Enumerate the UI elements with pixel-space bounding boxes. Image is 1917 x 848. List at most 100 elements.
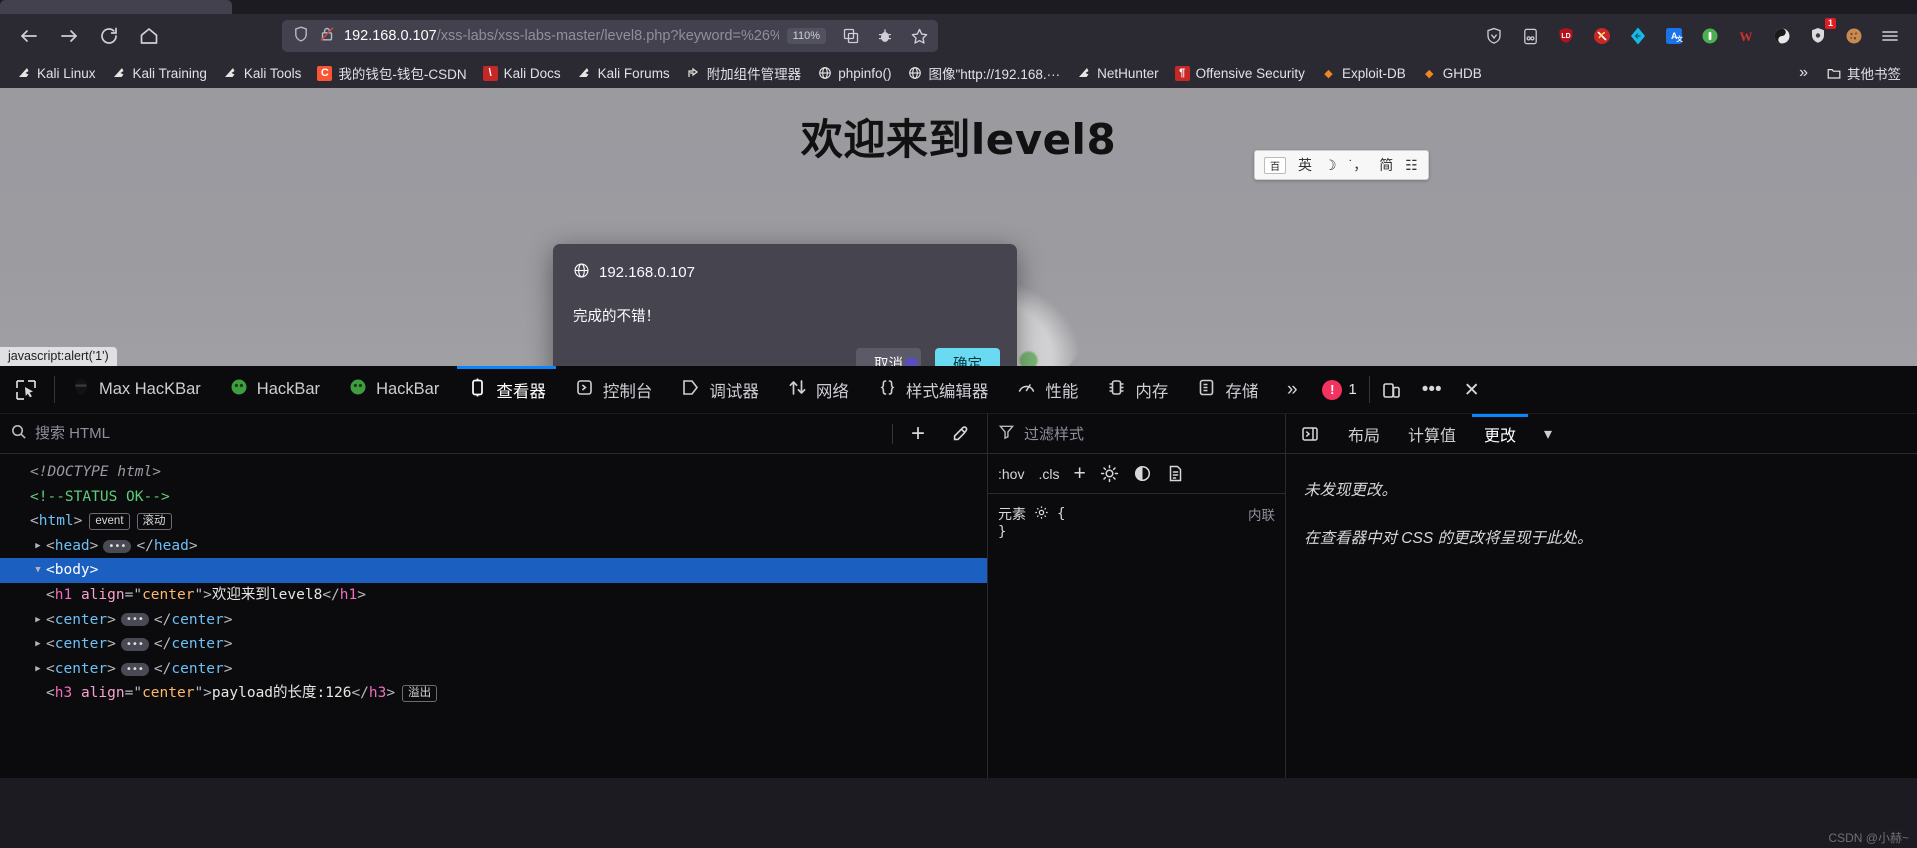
dom-row-center-1[interactable]: ▶ < center > ••• </center > — [0, 608, 987, 633]
expand-ellipsis-icon[interactable]: ••• — [120, 662, 149, 676]
bookmarks-overflow-chevron[interactable]: » — [1789, 64, 1818, 82]
twisty-collapsed-icon[interactable]: ▶ — [30, 608, 46, 633]
light-scheme-icon[interactable] — [1100, 464, 1119, 483]
devtools-settings-meatball-icon[interactable]: ••• — [1412, 366, 1452, 414]
devtools-overflow-chevron[interactable]: » — [1272, 366, 1312, 414]
tab-performance[interactable]: 性能 — [1002, 366, 1092, 413]
noscript-extension-icon[interactable] — [1589, 23, 1615, 49]
twisty-collapsed-icon[interactable]: ▶ — [30, 632, 46, 657]
dom-row-comment[interactable]: <!--STATUS OK--> — [0, 485, 987, 510]
attr-value[interactable]: center — [142, 583, 194, 608]
bookmark-kali-training[interactable]: Kali Training — [104, 63, 215, 84]
shield-extension-icon[interactable] — [1481, 23, 1507, 49]
forward-icon[interactable] — [50, 19, 88, 53]
translate-extension-icon[interactable]: A文 — [1661, 23, 1687, 49]
twisty-collapsed-icon[interactable]: ▶ — [30, 657, 46, 682]
hover-states-button[interactable]: :hov — [998, 466, 1024, 482]
search-input[interactable] — [35, 425, 884, 442]
expand-ellipsis-icon[interactable]: ••• — [103, 539, 132, 553]
tab-max-hackbar[interactable]: Max HacKBar — [57, 366, 215, 413]
green-extension-icon[interactable] — [1697, 23, 1723, 49]
error-count-badge[interactable]: ! 1 — [1312, 366, 1366, 413]
tracking-protection-shield-icon[interactable] — [292, 25, 310, 48]
bookmark-kali-linux[interactable]: Kali Linux — [8, 63, 104, 84]
close-devtools-icon[interactable]: ✕ — [1452, 366, 1492, 414]
cookie-extension-icon[interactable] — [1841, 23, 1867, 49]
url-bar[interactable]: 192.168.0.107/xss-labs/xss-labs-master/l… — [282, 20, 938, 52]
app-menu-icon[interactable] — [1877, 23, 1903, 49]
zoom-level-badge[interactable]: 110% — [786, 28, 826, 44]
tab-storage[interactable]: 存储 — [1182, 366, 1272, 413]
tab-network[interactable]: 网络 — [773, 366, 863, 413]
attr-value[interactable]: center — [142, 681, 194, 706]
tab-computed[interactable]: 计算值 — [1394, 414, 1470, 453]
right-panel-dropdown-icon[interactable]: ▾ — [1530, 414, 1566, 453]
yin-yang-extension-icon[interactable] — [1769, 23, 1795, 49]
responsive-design-icon[interactable] — [1372, 366, 1412, 414]
twisty-collapsed-icon[interactable]: ▶ — [30, 534, 46, 559]
expand-ellipsis-icon[interactable]: ••• — [120, 637, 149, 651]
browser-tab[interactable] — [0, 0, 232, 14]
dom-row-center-3[interactable]: ▶ < center > ••• </center > — [0, 657, 987, 682]
filter-styles-field[interactable]: 过滤样式 — [988, 414, 1285, 454]
bookmark-kali-forums[interactable]: Kali Forums — [569, 63, 678, 84]
tab-hackbar-1[interactable]: HackBar — [215, 366, 334, 413]
badge-overflow[interactable]: 溢出 — [402, 685, 438, 703]
reload-icon[interactable] — [90, 19, 128, 53]
bookmark-phpinfo[interactable]: phpinfo() — [809, 63, 899, 84]
badge-scroll[interactable]: 滚动 — [136, 512, 172, 530]
add-node-button[interactable]: + — [901, 417, 935, 451]
classes-button[interactable]: .cls — [1038, 466, 1059, 482]
insecure-lock-icon[interactable] — [318, 25, 336, 48]
diamond-extension-icon[interactable] — [1625, 23, 1651, 49]
bookmark-star-icon[interactable] — [906, 23, 932, 49]
inline-rule[interactable]: 元素 { 内联 — [998, 504, 1275, 524]
dom-row-h1[interactable]: < h1 align =" center "> 欢迎来到level8 </h1 > — [0, 583, 987, 608]
notes-extension-icon[interactable] — [1517, 23, 1543, 49]
dom-row-html[interactable]: < html > event 滚动 — [0, 509, 987, 534]
badge-event[interactable]: event — [89, 512, 130, 530]
tab-layout[interactable]: 布局 — [1334, 414, 1394, 453]
attr-name[interactable]: align — [81, 681, 125, 706]
element-picker-icon[interactable] — [0, 366, 52, 413]
dom-row-body[interactable]: ▼ < body > — [0, 558, 987, 583]
attr-name[interactable]: align — [81, 583, 125, 608]
bookmark-nethunter[interactable]: NetHunter — [1068, 63, 1167, 84]
bookmark-other-folder[interactable]: 其他书签 — [1818, 60, 1909, 86]
expand-ellipsis-icon[interactable]: ••• — [120, 613, 149, 627]
tab-memory[interactable]: 内存 — [1092, 366, 1182, 413]
twisty-expanded-icon[interactable]: ▼ — [30, 558, 46, 583]
tab-debugger[interactable]: 调试器 — [666, 366, 773, 413]
bookmark-kali-docs[interactable]: \ Kali Docs — [475, 63, 569, 84]
bookmark-image-link[interactable]: 图像"http://192.168.··· — [899, 60, 1068, 86]
tab-console[interactable]: 控制台 — [560, 366, 667, 413]
dark-scheme-icon[interactable] — [1133, 464, 1152, 483]
lastpass-extension-icon[interactable]: LD — [1553, 23, 1579, 49]
tab-style-editor[interactable]: 样式编辑器 — [863, 366, 1003, 413]
dom-row-doctype[interactable]: <!DOCTYPE html> — [0, 460, 987, 485]
bookmark-ghdb[interactable]: ◆ GHDB — [1414, 63, 1490, 84]
search-html-field[interactable] — [10, 423, 884, 444]
bookmark-addons-manager[interactable]: 附加组件管理器 — [678, 60, 810, 86]
tab-changes[interactable]: 更改 — [1470, 414, 1530, 453]
wappalyzer-extension-icon[interactable]: W — [1733, 23, 1759, 49]
translate-page-icon[interactable] — [838, 23, 864, 49]
dom-row-h3[interactable]: < h3 align =" center "> payload的长度:126 </h3 > 溢… — [0, 681, 987, 706]
rule-source[interactable]: 内联 — [1248, 504, 1275, 524]
bookmark-offensive-security[interactable]: ¶ Offensive Security — [1167, 63, 1313, 84]
add-rule-button[interactable]: + — [1073, 463, 1085, 484]
privacy-extension-icon[interactable]: 1 — [1805, 18, 1836, 49]
tab-hackbar-2[interactable]: HackBar — [334, 366, 453, 413]
bookmark-exploit-db[interactable]: ◆ Exploit-DB — [1313, 63, 1414, 84]
print-media-icon[interactable] — [1166, 464, 1185, 483]
rule-gear-icon[interactable] — [1034, 505, 1049, 524]
collapse-panel-icon[interactable] — [1286, 414, 1334, 453]
back-icon[interactable] — [10, 19, 48, 53]
bug-extension-icon[interactable] — [872, 23, 898, 49]
dom-row-center-2[interactable]: ▶ < center > ••• </center > — [0, 632, 987, 657]
rule-selector[interactable]: 元素 — [998, 504, 1026, 524]
tab-inspector[interactable]: 查看器 — [453, 366, 560, 413]
dom-row-head[interactable]: ▶ < head > ••• </head > — [0, 534, 987, 559]
confirm-button[interactable]: 确定 — [935, 348, 1000, 366]
url-text[interactable]: 192.168.0.107/xss-labs/xss-labs-master/l… — [344, 20, 779, 52]
